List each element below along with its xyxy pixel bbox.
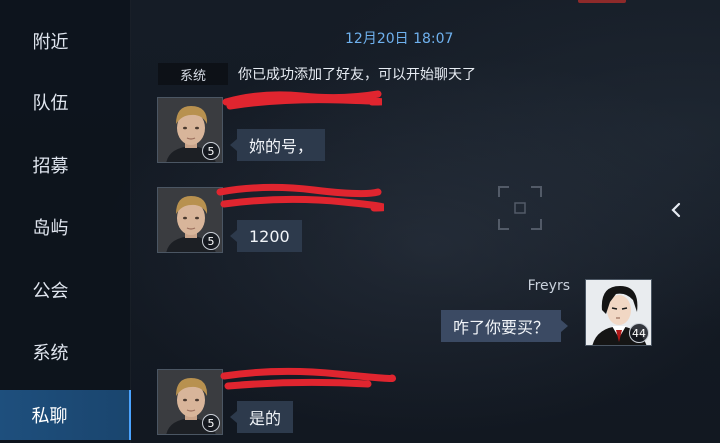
chevron-left-icon [671,202,681,218]
message-text: 1200 [249,226,290,246]
system-message-row: 系统 你已成功添加了好友，可以开始聊天了 [158,63,476,85]
friend-avatar[interactable]: 5 [157,369,223,435]
redacted-name [220,367,396,390]
message-text: 是的 [249,409,282,428]
friend-avatar[interactable]: 5 [157,97,223,163]
message-text: 妳的号， [249,137,314,156]
level-badge: 5 [202,232,220,250]
sidebar-item-label: 岛屿 [32,218,69,239]
sidebar-item-guild[interactable]: 公会 [0,266,131,314]
system-message: 你已成功添加了好友，可以开始聊天了 [238,67,476,83]
sidebar-item-label: 私聊 [31,406,68,427]
sidebar-item-team[interactable]: 队伍 [0,78,131,126]
top-indicator [578,0,626,3]
chat-bubble-mine: 咋了你要买？ [441,310,569,342]
level-badge: 5 [202,414,220,432]
sidebar-item-system[interactable]: 系统 [0,328,131,376]
chat-channel-sidebar: 附近 队伍 招募 岛屿 公会 系统 私聊 [0,0,131,443]
my-avatar[interactable]: 44 [585,279,652,346]
sidebar-item-recruit[interactable]: 招募 [0,141,131,189]
sidebar-item-label: 队伍 [32,93,69,114]
chat-bubble: 是的 [229,401,294,433]
sidebar-item-label: 附近 [32,32,69,53]
background-text [268,0,318,18]
sidebar-item-label: 公会 [32,281,69,302]
level-badge: 44 [629,323,649,343]
chat-bubble: 妳的号， [229,129,326,161]
collapse-panel-button[interactable] [664,198,688,222]
sidebar-item-island[interactable]: 岛屿 [0,203,131,251]
sidebar-item-nearby[interactable]: 附近 [0,17,131,65]
system-tag: 系统 [158,63,228,85]
redacted-name [216,183,384,212]
redacted-name [222,90,382,110]
message-timestamp: 12月20日 18:07 [345,31,454,47]
sender-name: Freyrs [527,278,570,294]
message-text: 咋了你要买？ [453,318,550,337]
level-badge: 5 [202,142,220,160]
chat-bubble: 1200 [230,220,302,252]
target-frame-icon [498,186,542,230]
sidebar-item-private-chat[interactable]: 私聊 [0,390,131,440]
sidebar-item-label: 招募 [32,156,69,177]
sidebar-item-label: 系统 [32,343,69,364]
